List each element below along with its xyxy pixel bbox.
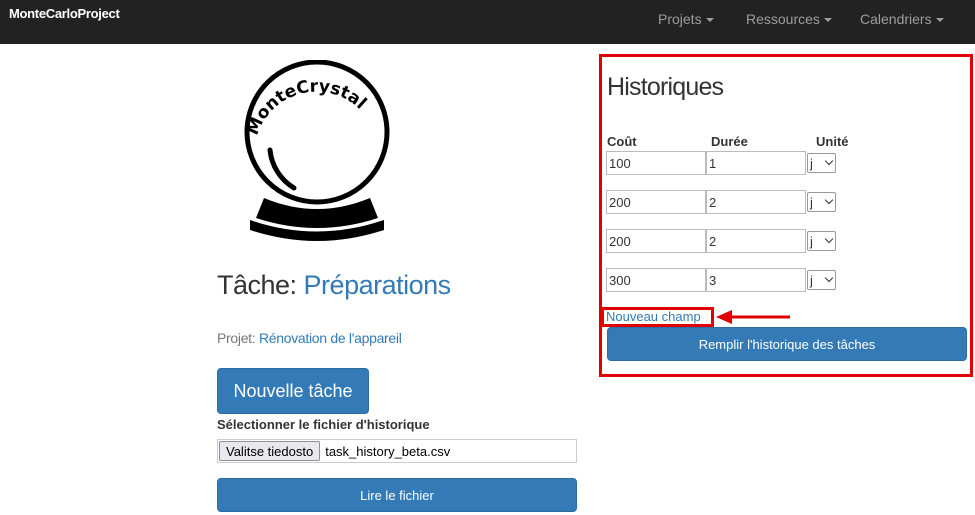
nav-projets-label: Projets [658,11,702,27]
cout-input[interactable]: 200 [606,229,706,253]
file-section-label: Sélectionner le fichier d'historique [217,417,430,432]
column-header-cout: Coût [607,134,637,149]
chevron-down-icon [824,195,834,205]
unite-value: j [810,272,813,288]
nav-calendriers-label: Calendriers [860,11,932,27]
arrow-left-icon [716,310,790,324]
duree-input[interactable]: 2 [706,229,806,253]
unite-select[interactable]: j [807,192,836,212]
project-line: Projet: Rénovation de l'appareil [217,330,402,346]
duree-input[interactable]: 2 [706,190,806,214]
new-task-button[interactable]: Nouvelle tâche [217,368,369,414]
unite-select[interactable]: j [807,231,836,251]
chevron-down-icon [824,273,834,283]
cout-input[interactable]: 200 [606,190,706,214]
nav-projets-dropdown[interactable]: Projets [658,11,714,27]
column-header-duree: Durée [711,134,748,149]
unite-value: j [810,194,813,210]
unite-value: j [810,155,813,171]
duree-input[interactable]: 3 [706,268,806,292]
nav-ressources-label: Ressources [746,11,820,27]
nav-calendriers-dropdown[interactable]: Calendriers [860,11,944,27]
selected-file-name: task_history_beta.csv [325,443,451,459]
brand-link[interactable]: MonteCarloProject [9,6,120,21]
file-input[interactable]: Valitse tiedosto task_history_beta.csv [217,439,577,463]
read-file-button[interactable]: Lire le fichier [217,478,577,512]
navbar: MonteCarloProject Projets Ressources Cal… [0,0,975,44]
project-name-link[interactable]: Rénovation de l'appareil [259,330,402,346]
crystal-ball-logo: MonteCrystal [243,60,390,241]
unite-select[interactable]: j [807,270,836,290]
task-title-label: Tâche: [217,270,304,300]
column-header-unite: Unité [816,134,849,149]
choose-file-button[interactable]: Valitse tiedosto [219,441,321,461]
unite-value: j [810,233,813,249]
chevron-down-icon [824,234,834,244]
nav-ressources-dropdown[interactable]: Ressources [746,11,832,27]
project-label: Projet: [217,330,259,346]
new-field-link[interactable]: Nouveau champ [606,309,701,324]
unite-select[interactable]: j [807,153,836,173]
cout-input[interactable]: 100 [606,151,706,175]
caret-down-icon [705,18,714,23]
cout-input[interactable]: 300 [606,268,706,292]
chevron-down-icon [824,156,834,166]
task-name-link[interactable]: Préparations [304,270,452,300]
duree-input[interactable]: 1 [706,151,806,175]
history-title: Historiques [607,73,724,101]
fill-history-button[interactable]: Remplir l'historique des tâches [607,327,967,361]
task-title: Tâche: Préparations [217,270,451,301]
caret-down-icon [823,18,832,23]
caret-down-icon [935,18,944,23]
